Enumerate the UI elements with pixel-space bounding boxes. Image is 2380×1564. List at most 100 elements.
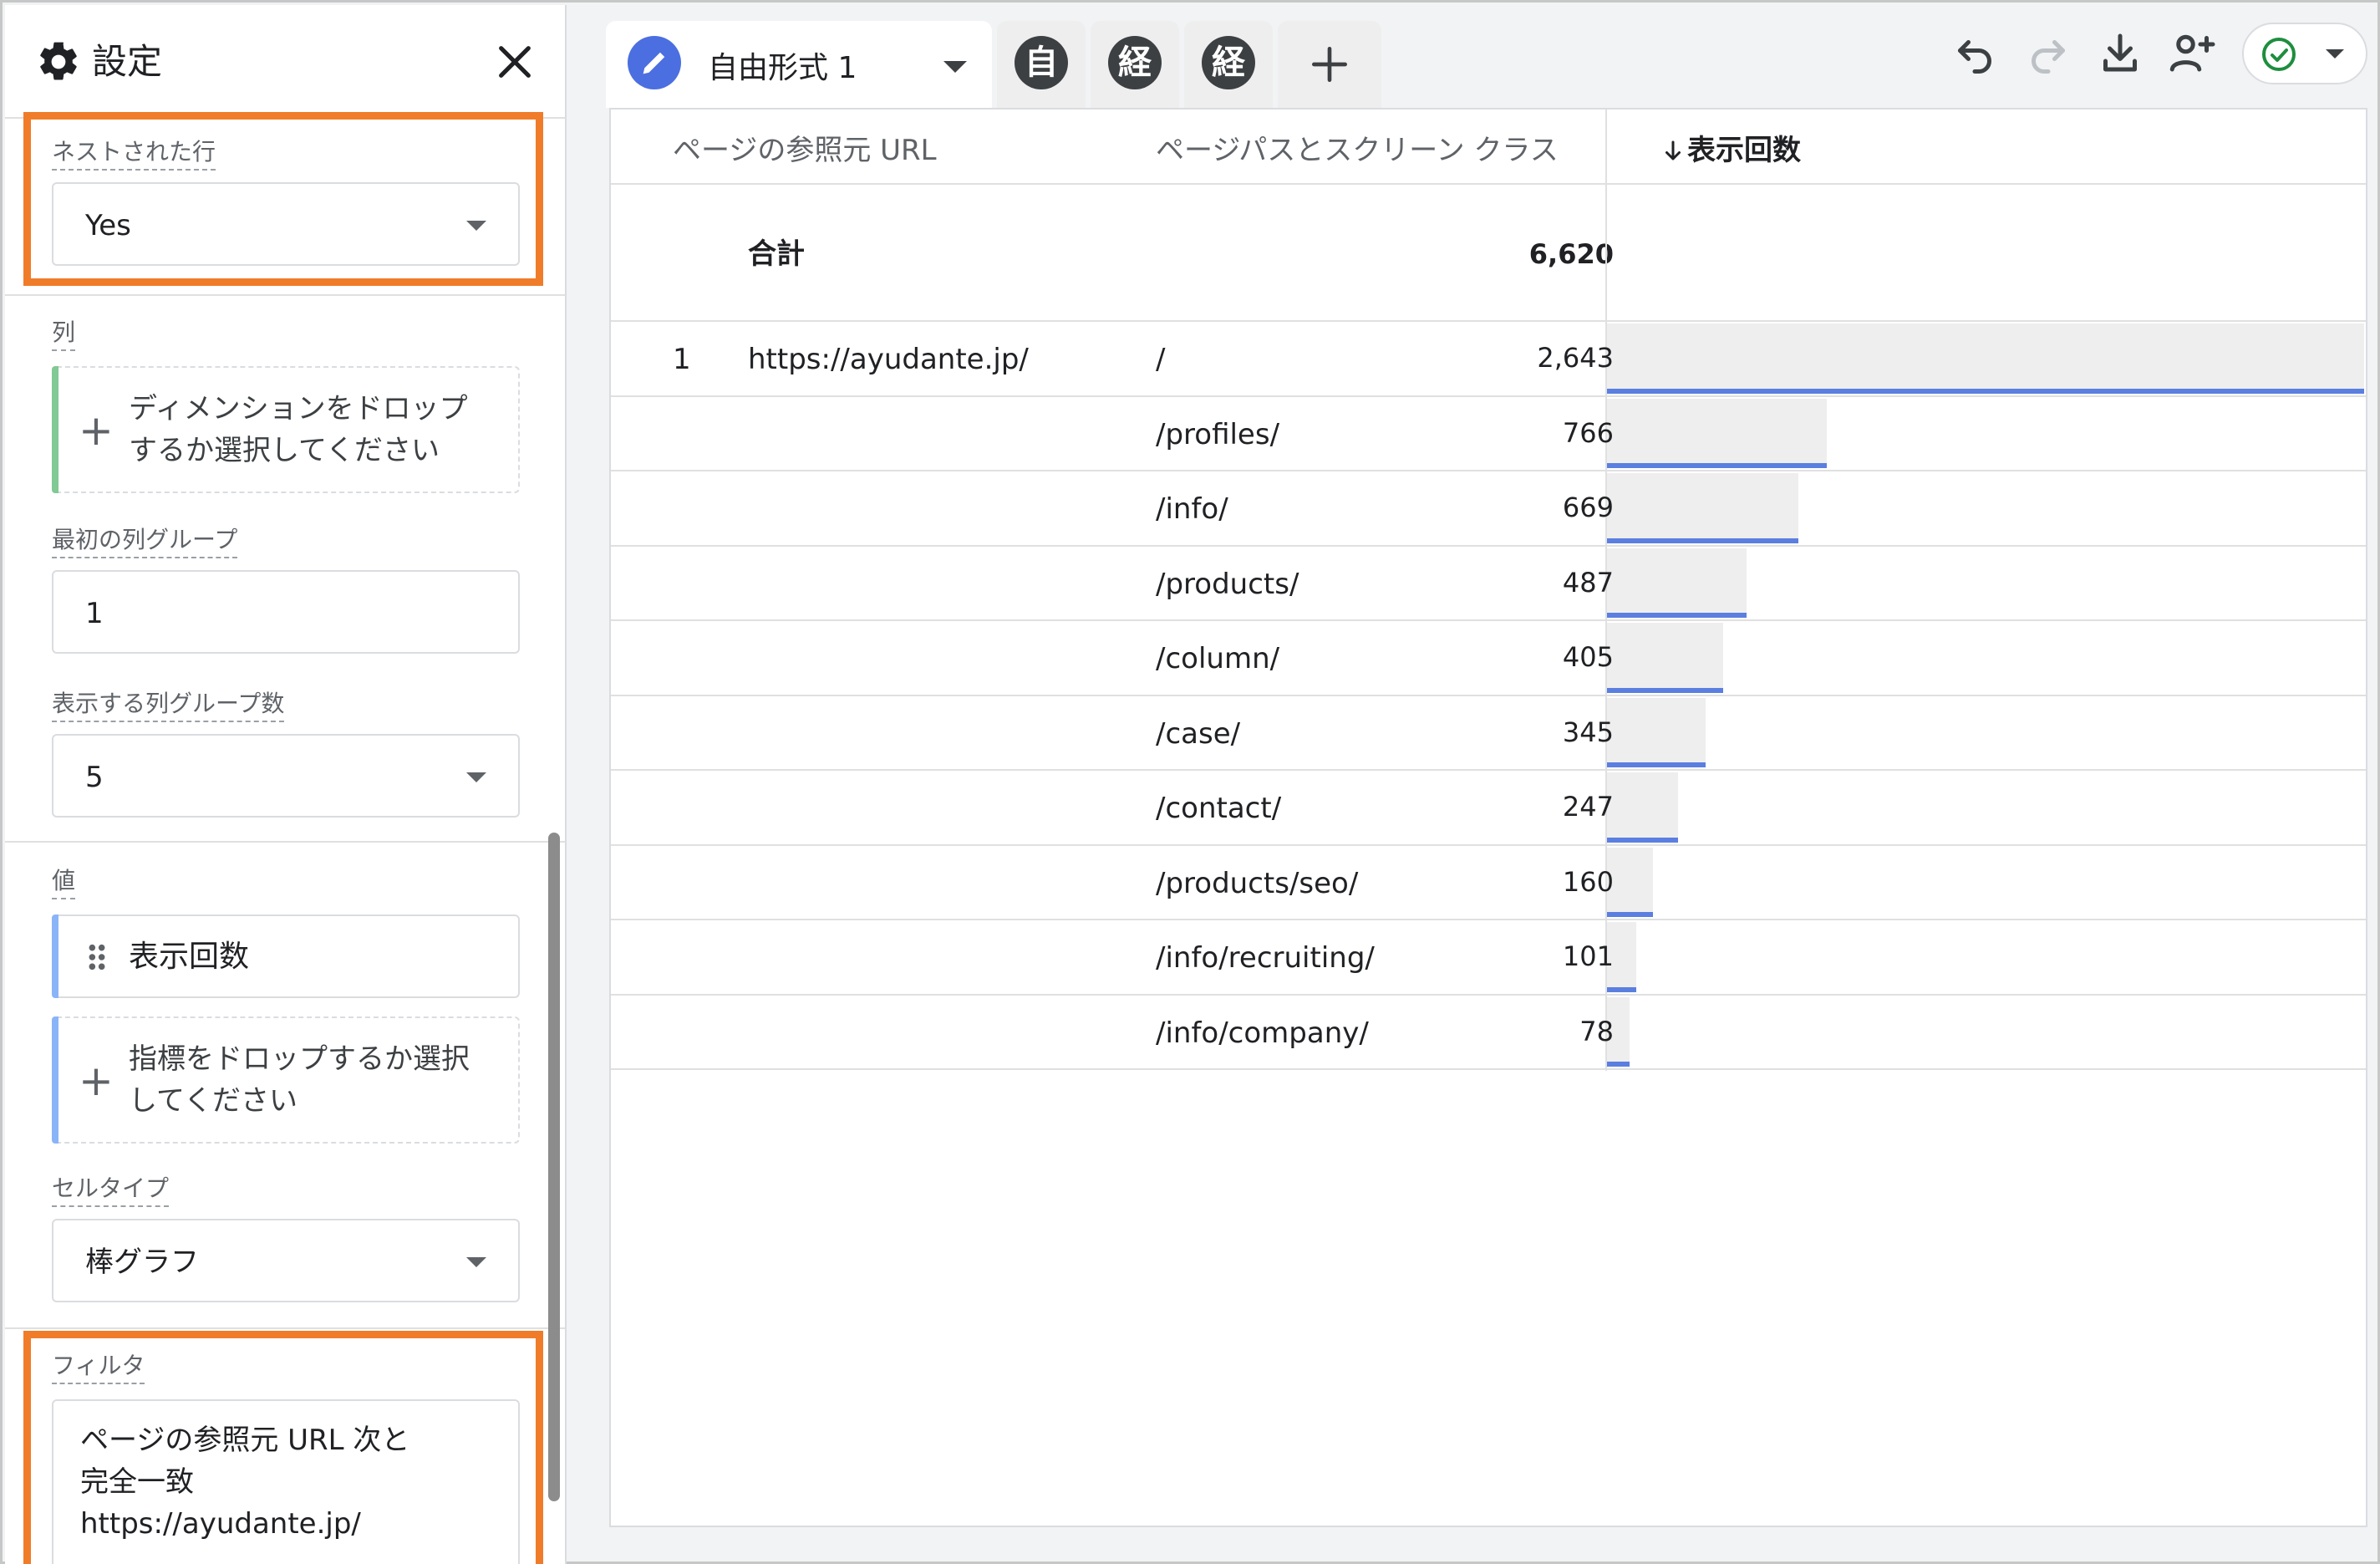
metrics-drop-zone[interactable]: + 指標をドロップするか選択 してください <box>52 1016 520 1144</box>
row-page-path: /info/ <box>1156 492 1228 526</box>
filter-chip[interactable]: ページの参照元 URL 次と 完全一致 https://ayudante.jp/ <box>52 1399 520 1564</box>
bar-background <box>1607 697 1706 767</box>
metrics-drop-text-line2: してください <box>129 1084 298 1118</box>
table-row[interactable]: /info/669 <box>611 471 2366 547</box>
row-views: 78 <box>1579 1015 1614 1047</box>
row-views: 101 <box>1562 940 1614 972</box>
column-groups-shown-select[interactable]: 5 <box>52 734 520 818</box>
row-views: 160 <box>1562 865 1614 898</box>
bar-background <box>1607 473 1799 543</box>
panel-title: 設定 <box>92 41 163 82</box>
row-views: 345 <box>1562 716 1614 748</box>
add-tab-button[interactable] <box>1278 21 1381 108</box>
bar-fill <box>1607 912 1653 917</box>
total-value: 6,620 <box>1528 238 1614 270</box>
chevron-down-icon <box>466 221 486 231</box>
bar-background <box>1607 847 1653 917</box>
download-icon[interactable] <box>2095 28 2145 78</box>
table-row[interactable]: /products/seo/160 <box>611 846 2366 920</box>
close-icon[interactable] <box>491 38 538 85</box>
table-row[interactable]: /case/345 <box>611 696 2366 771</box>
settings-panel-header: 設定 <box>5 5 565 119</box>
bar-fill <box>1607 837 1678 843</box>
tab-icon-char: 経 <box>1118 43 1152 82</box>
columns-drop-zone[interactable]: + ディメンションをドロップ するか選択してください <box>52 366 520 493</box>
tab-other-3[interactable]: 経 <box>1184 21 1273 108</box>
filter-line-3: https://ayudante.jp/ <box>80 1507 361 1541</box>
row-page-path: /info/company/ <box>1156 1016 1369 1050</box>
columns-label: 列 <box>52 318 76 351</box>
bar-background <box>1607 623 1723 693</box>
chevron-down-icon[interactable] <box>943 61 967 73</box>
cell-type-value: 棒グラフ <box>85 1246 199 1279</box>
metric-chip-views[interactable]: 表示回数 <box>52 914 520 998</box>
chevron-down-icon <box>466 772 486 782</box>
column-header-page-path[interactable]: ページパスとスクリーン クラス <box>1156 130 1559 171</box>
plus-icon: + <box>79 1057 114 1105</box>
tab-icon: 経 <box>1108 36 1162 89</box>
nested-rows-select[interactable]: Yes <box>52 182 520 266</box>
table-row[interactable]: /contact/247 <box>611 771 2366 846</box>
tab-icon: 自 <box>1015 36 1068 89</box>
table-row[interactable]: /products/487 <box>611 547 2366 621</box>
bar-fill <box>1607 1062 1630 1067</box>
table-row[interactable]: /profiles/766 <box>611 397 2366 471</box>
status-check-icon <box>2262 38 2296 71</box>
tab-other-2[interactable]: 経 <box>1091 21 1179 108</box>
row-page-path: /products/ <box>1156 567 1299 601</box>
tab-icon-char: 自 <box>1025 43 1058 82</box>
row-views: 487 <box>1562 566 1614 599</box>
row-views: 247 <box>1562 791 1614 823</box>
row-views: 405 <box>1562 641 1614 673</box>
metric-accent <box>52 914 58 998</box>
table-row[interactable]: /column/405 <box>611 621 2366 696</box>
tab-freeform-1[interactable]: 自由形式 1 <box>606 21 992 108</box>
arrow-down-icon <box>1665 140 1681 160</box>
metrics-accent <box>52 1016 58 1144</box>
table-row[interactable]: /info/company/78 <box>611 996 2366 1070</box>
bar-fill <box>1607 537 1799 543</box>
panel-scrollbar[interactable] <box>548 833 560 1501</box>
bar-fill <box>1607 687 1723 693</box>
cell-type-label: セルタイプ <box>52 1174 170 1207</box>
chevron-down-icon <box>2326 49 2344 59</box>
plus-icon: + <box>79 406 114 455</box>
bar-fill <box>1607 762 1706 767</box>
first-column-group-label: 最初の列グループ <box>52 525 238 558</box>
bar-background <box>1607 772 1678 843</box>
column-header-referrer[interactable]: ページの参照元 URL <box>673 130 937 171</box>
row-views: 669 <box>1562 492 1614 523</box>
row-page-path: /info/recruiting/ <box>1156 941 1375 975</box>
pencil-icon <box>628 36 681 89</box>
row-index: 1 <box>673 343 691 376</box>
row-divider <box>611 183 2366 185</box>
first-column-group-input[interactable]: 1 <box>52 570 520 654</box>
bar-fill <box>1607 463 1827 468</box>
table-row[interactable]: 1 https://ayudante.jp/ / 2,643 <box>611 322 2366 397</box>
tab-other-1[interactable]: 自 <box>997 21 1086 108</box>
table-row[interactable]: /info/recruiting/101 <box>611 920 2366 996</box>
bar-fill <box>1607 986 1636 992</box>
filter-line-1: ページの参照元 URL 次と <box>80 1424 410 1457</box>
drag-handle-icon[interactable] <box>87 943 107 971</box>
divider <box>5 841 565 843</box>
divider <box>5 1327 565 1329</box>
divider <box>5 294 565 296</box>
columns-drop-text-line1: ディメンションをドロップ <box>129 392 468 425</box>
row-page-path: / <box>1156 343 1166 376</box>
metric-chip-label: 表示回数 <box>129 940 250 974</box>
plus-icon <box>1312 47 1347 82</box>
row-page-path: /case/ <box>1156 716 1241 751</box>
status-button[interactable] <box>2242 23 2367 84</box>
share-user-icon[interactable] <box>2167 28 2217 78</box>
bar-fill <box>1607 613 1747 618</box>
app-window: 設定 ネストされた行 Yes 列 + ディメンションをドロップ するか選択してく… <box>0 0 2380 1564</box>
redo-icon[interactable] <box>2023 28 2073 78</box>
column-header-views[interactable]: 表示回数 <box>1687 130 1801 171</box>
column-groups-shown-value: 5 <box>85 761 104 794</box>
row-views: 2,643 <box>1537 342 1614 374</box>
row-page-path: /column/ <box>1156 642 1280 675</box>
cell-type-select[interactable]: 棒グラフ <box>52 1219 520 1302</box>
filter-line-2: 完全一致 <box>80 1465 194 1499</box>
undo-icon[interactable] <box>1950 28 2000 78</box>
